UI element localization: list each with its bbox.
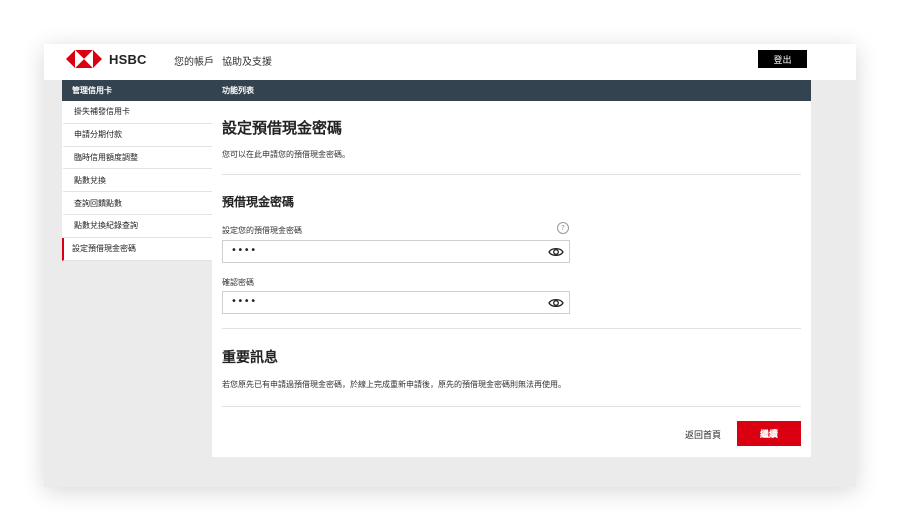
brand-name: HSBC	[109, 51, 147, 67]
sidebar-menu: 掛失補發信用卡 申請分期付款 臨時信用額度調整 點數兌換 查詢回饋點數 點數兌換…	[62, 101, 212, 261]
help-icon[interactable]: ?	[557, 222, 569, 234]
sidebar-item-cash-advance-pin[interactable]: 設定預借現金密碼	[62, 237, 212, 261]
back-home-link[interactable]: 返回首頁	[685, 428, 721, 441]
set-pin-value: ••••	[231, 245, 257, 256]
important-info-title: 重要訊息	[222, 350, 278, 366]
important-info-text: 若您原先已有申請過預借現金密碼，於線上完成重新申請後，原先的預借現金密碼則無法再…	[222, 380, 566, 389]
sidebar-item-redemption-history[interactable]: 點數兌換紀錄查詢	[62, 215, 212, 238]
set-pin-label: 設定您的預借現金密碼	[222, 226, 302, 235]
top-navigation: HSBC 您的帳戶 協助及支援 登出	[44, 44, 856, 80]
main-content: 設定預借現金密碼 您可以在此申請您的預借現金密碼。 預借現金密碼 設定您的預借現…	[212, 101, 811, 457]
sidebar-item-report-lost-card[interactable]: 掛失補發信用卡	[62, 101, 212, 124]
hsbc-logo[interactable]: HSBC	[66, 48, 147, 70]
logout-button[interactable]: 登出	[758, 50, 807, 68]
browser-window: HSBC 您的帳戶 協助及支援 登出 管理信用卡 功能列表 掛失補發信用卡 申請…	[44, 44, 856, 487]
nav-help-link[interactable]: 協助及支援	[222, 53, 272, 68]
confirm-pin-input[interactable]: ••••	[222, 291, 570, 314]
pin-section-title: 預借現金密碼	[222, 195, 295, 209]
divider	[222, 174, 801, 175]
confirm-pin-value: ••••	[231, 296, 257, 307]
section-header-bar: 管理信用卡 功能列表	[62, 80, 811, 101]
set-pin-input[interactable]: ••••	[222, 240, 570, 263]
sidebar-heading: 管理信用卡	[72, 86, 112, 95]
divider	[222, 406, 801, 407]
confirm-pin-label: 確認密碼	[222, 278, 254, 287]
continue-button[interactable]: 繼續	[737, 421, 801, 446]
nav-accounts-link[interactable]: 您的帳戶	[174, 53, 214, 68]
divider	[222, 328, 801, 329]
sidebar-item-installment[interactable]: 申請分期付款	[62, 124, 212, 147]
eye-icon[interactable]	[548, 246, 564, 258]
sidebar-item-temp-credit-limit[interactable]: 臨時信用額度調整	[62, 147, 212, 170]
eye-icon[interactable]	[548, 297, 564, 309]
page-title: 設定預借現金密碼	[222, 119, 343, 137]
hexagon-logo-icon	[66, 50, 102, 68]
sidebar-item-points-redemption[interactable]: 點數兌換	[62, 169, 212, 193]
sidebar-item-points-inquiry[interactable]: 查詢回饋點數	[62, 192, 212, 215]
page-description: 您可以在此申請您的預借現金密碼。	[222, 150, 350, 159]
function-list-heading: 功能列表	[222, 86, 254, 95]
